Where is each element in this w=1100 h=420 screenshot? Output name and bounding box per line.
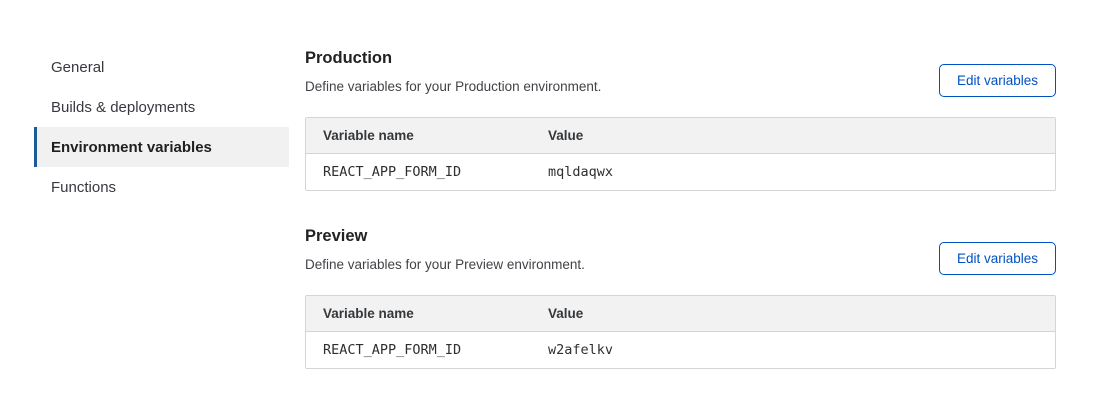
column-header-variable-name: Variable name bbox=[306, 128, 531, 143]
table-row: REACT_APP_FORM_ID mqldaqwx bbox=[306, 154, 1055, 190]
preview-section: Preview Define variables for your Previe… bbox=[305, 226, 1056, 369]
settings-sidebar: General Builds & deployments Environment… bbox=[34, 47, 289, 207]
environment-variables-page: { "sidebar": { "items": [ { "label": "Ge… bbox=[0, 0, 1100, 420]
production-edit-variables-button[interactable]: Edit variables bbox=[939, 64, 1056, 97]
variable-name-cell: REACT_APP_FORM_ID bbox=[306, 342, 531, 358]
column-header-variable-name: Variable name bbox=[306, 306, 531, 321]
table-header-row: Variable name Value bbox=[306, 118, 1055, 154]
table-header-row: Variable name Value bbox=[306, 296, 1055, 332]
variable-value-cell: mqldaqwx bbox=[531, 164, 613, 180]
column-header-value: Value bbox=[531, 128, 583, 143]
production-variables-table: Variable name Value REACT_APP_FORM_ID mq… bbox=[305, 117, 1056, 191]
sidebar-item-builds-deployments[interactable]: Builds & deployments bbox=[34, 87, 289, 127]
preview-variables-table: Variable name Value REACT_APP_FORM_ID w2… bbox=[305, 295, 1056, 369]
variable-value-cell: w2afelkv bbox=[531, 342, 613, 358]
production-section: Production Define variables for your Pro… bbox=[305, 48, 1056, 191]
table-row: REACT_APP_FORM_ID w2afelkv bbox=[306, 332, 1055, 368]
sidebar-item-environment-variables[interactable]: Environment variables bbox=[34, 127, 289, 167]
variable-name-cell: REACT_APP_FORM_ID bbox=[306, 164, 531, 180]
sidebar-item-general[interactable]: General bbox=[34, 47, 289, 87]
column-header-value: Value bbox=[531, 306, 583, 321]
preview-edit-variables-button[interactable]: Edit variables bbox=[939, 242, 1056, 275]
sidebar-item-functions[interactable]: Functions bbox=[34, 167, 289, 207]
